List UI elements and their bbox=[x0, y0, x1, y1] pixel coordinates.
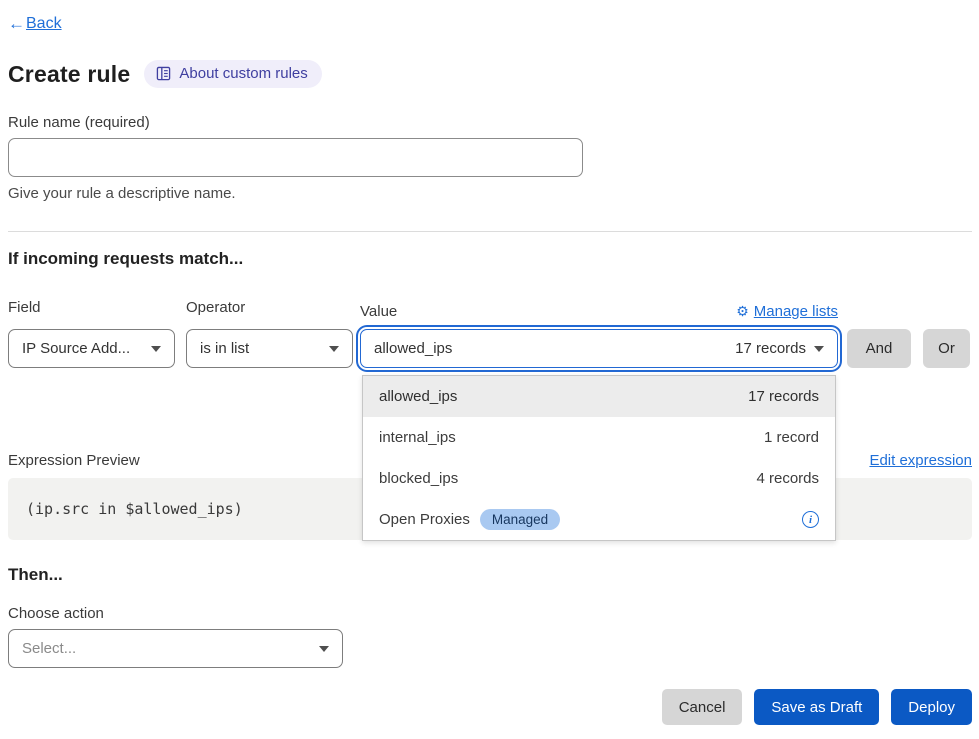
save-as-draft-button[interactable]: Save as Draft bbox=[754, 689, 879, 725]
manage-lists-link[interactable]: ⚙ Manage lists bbox=[736, 303, 838, 320]
value-select-selected: allowed_ips bbox=[374, 340, 452, 357]
action-select[interactable]: Select... bbox=[8, 629, 343, 668]
operator-label: Operator bbox=[186, 299, 360, 316]
chevron-down-icon bbox=[151, 346, 161, 352]
about-custom-rules-link[interactable]: About custom rules bbox=[144, 60, 321, 88]
book-icon bbox=[156, 66, 171, 81]
then-section-heading: Then... bbox=[8, 565, 972, 585]
expression-preview-label: Expression Preview bbox=[8, 452, 140, 469]
list-option-blocked-ips[interactable]: blocked_ips 4 records bbox=[363, 458, 835, 499]
field-label: Field bbox=[8, 299, 186, 316]
operator-select-value: is in list bbox=[200, 340, 249, 357]
option-name: internal_ips bbox=[379, 429, 456, 446]
and-button[interactable]: And bbox=[847, 329, 911, 368]
list-option-open-proxies[interactable]: Open Proxies Managed i bbox=[363, 499, 835, 540]
back-link[interactable]: ←Back bbox=[8, 14, 62, 34]
value-select[interactable]: allowed_ips 17 records bbox=[360, 329, 838, 368]
chevron-down-icon bbox=[319, 646, 329, 652]
about-badge-label: About custom rules bbox=[179, 65, 307, 82]
section-divider bbox=[8, 231, 972, 232]
list-dropdown-panel: allowed_ips 17 records internal_ips 1 re… bbox=[362, 375, 836, 541]
option-meta: 17 records bbox=[748, 388, 819, 405]
list-option-allowed-ips[interactable]: allowed_ips 17 records bbox=[363, 376, 835, 417]
chevron-down-icon bbox=[814, 346, 824, 352]
field-select[interactable]: IP Source Add... bbox=[8, 329, 175, 368]
list-option-internal-ips[interactable]: internal_ips 1 record bbox=[363, 417, 835, 458]
value-select-meta: 17 records bbox=[735, 340, 806, 357]
deploy-button[interactable]: Deploy bbox=[891, 689, 972, 725]
page-title: Create rule bbox=[8, 61, 130, 88]
expression-code: (ip.src in $allowed_ips) bbox=[26, 500, 243, 518]
chevron-down-icon bbox=[329, 346, 339, 352]
option-meta: 4 records bbox=[756, 470, 819, 487]
rule-name-input[interactable] bbox=[8, 138, 583, 177]
back-arrow-icon: ← bbox=[8, 14, 25, 34]
edit-expression-link[interactable]: Edit expression bbox=[869, 452, 972, 469]
action-select-placeholder: Select... bbox=[22, 640, 76, 657]
operator-select[interactable]: is in list bbox=[186, 329, 353, 368]
info-icon[interactable]: i bbox=[802, 511, 819, 528]
managed-badge: Managed bbox=[480, 509, 560, 530]
option-meta: 1 record bbox=[764, 429, 819, 446]
choose-action-label: Choose action bbox=[8, 605, 972, 622]
or-button[interactable]: Or bbox=[923, 329, 970, 368]
manage-lists-label: Manage lists bbox=[754, 303, 838, 320]
gear-icon: ⚙ bbox=[736, 303, 749, 320]
rule-name-label: Rule name (required) bbox=[8, 114, 972, 131]
cancel-button[interactable]: Cancel bbox=[662, 689, 743, 725]
rule-name-helper: Give your rule a descriptive name. bbox=[8, 185, 972, 202]
option-name: allowed_ips bbox=[379, 388, 457, 405]
create-rule-page: ←Back Create rule About custom rules Rul… bbox=[0, 0, 979, 725]
value-label: Value bbox=[360, 303, 397, 320]
option-name: Open Proxies bbox=[379, 511, 470, 528]
option-name: blocked_ips bbox=[379, 470, 458, 487]
back-label: Back bbox=[26, 15, 62, 33]
field-select-value: IP Source Add... bbox=[22, 340, 130, 357]
match-section-heading: If incoming requests match... bbox=[8, 249, 972, 269]
